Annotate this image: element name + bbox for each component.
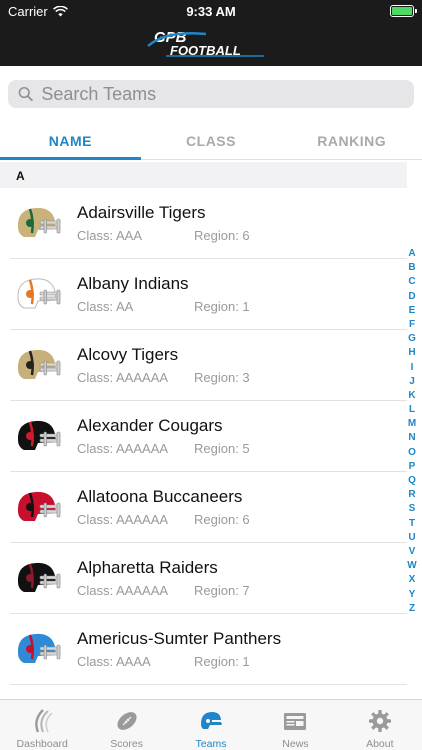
search-icon <box>18 86 33 102</box>
team-class: Class: AAA <box>77 228 143 243</box>
index-letter[interactable]: B <box>408 261 415 275</box>
team-helmet-icon <box>17 562 61 592</box>
tabbar-label: Scores <box>110 738 143 750</box>
index-letter[interactable]: U <box>408 531 415 545</box>
team-class: Class: AAAA <box>77 654 151 669</box>
index-letter[interactable]: N <box>408 431 415 445</box>
team-region: Region: 6 <box>194 228 250 243</box>
tabbar-scores[interactable]: Scores <box>84 700 168 750</box>
index-letter[interactable]: I <box>411 361 414 375</box>
team-row[interactable]: Alexander Cougars Class: AAAAAA Region: 5 <box>10 401 407 472</box>
gear-icon <box>368 710 391 732</box>
sort-tabs: NAME CLASS RANKING <box>0 122 422 160</box>
index-letter[interactable]: W <box>407 559 416 573</box>
index-letter[interactable]: K <box>408 389 415 403</box>
index-letter[interactable]: D <box>408 290 415 304</box>
team-class: Class: AAAAAA <box>77 512 169 527</box>
dashboard-swoosh-icon <box>35 709 53 733</box>
index-letter[interactable]: G <box>408 332 416 346</box>
index-letter[interactable]: M <box>408 417 416 431</box>
index-letter[interactable]: O <box>408 446 416 460</box>
index-letter[interactable]: J <box>409 375 415 389</box>
index-letter[interactable]: T <box>409 517 415 531</box>
clock: 9:33 AM <box>186 4 236 19</box>
tabbar-teams[interactable]: Teams <box>169 700 253 750</box>
tab-ranking[interactable]: RANKING <box>281 122 422 159</box>
tab-class[interactable]: CLASS <box>141 122 282 159</box>
index-letter[interactable]: A <box>408 247 415 261</box>
team-class: Class: AA <box>77 299 134 314</box>
team-region: Region: 1 <box>194 299 250 314</box>
team-name: Alcovy Tigers <box>77 345 179 364</box>
team-helmet-icon <box>17 278 61 309</box>
index-letter[interactable]: Y <box>409 588 416 602</box>
team-class: Class: AAAAAA <box>77 370 169 385</box>
team-class: Class: AAAAAA <box>77 583 169 598</box>
team-helmet-icon <box>17 207 61 237</box>
team-name: Americus-Sumter Panthers <box>77 629 282 648</box>
team-region: Region: 6 <box>194 512 250 527</box>
index-letter[interactable]: L <box>409 403 415 417</box>
bottom-tab-bar: Dashboard Scores Teams News About <box>0 699 422 750</box>
team-name: Albany Indians <box>77 274 189 293</box>
alphabet-index[interactable]: ABCDEFGHIJKLMNOPQRSTUVWXYZ <box>406 247 418 616</box>
team-helmet-icon <box>17 491 61 521</box>
team-row[interactable]: Alpharetta Raiders Class: AAAAAA Region: … <box>10 543 407 614</box>
team-name: Allatoona Buccaneers <box>77 487 243 506</box>
section-header: A <box>0 162 407 188</box>
team-region: Region: 5 <box>194 441 250 456</box>
team-region: Region: 3 <box>194 370 250 385</box>
team-name: Alexander Cougars <box>77 416 223 435</box>
team-region: Region: 7 <box>194 583 250 598</box>
index-letter[interactable]: Q <box>408 474 416 488</box>
tabbar-label: About <box>366 738 394 750</box>
tabbar-dashboard[interactable]: Dashboard <box>0 700 84 750</box>
index-letter[interactable]: R <box>408 488 415 502</box>
index-letter[interactable]: X <box>409 573 416 587</box>
tabbar-about[interactable]: About <box>338 700 422 750</box>
index-letter[interactable]: H <box>408 346 415 360</box>
team-row[interactable]: Alcovy Tigers Class: AAAAAA Region: 3 <box>10 330 407 401</box>
team-row[interactable]: Americus-Sumter Panthers Class: AAAA Regi… <box>10 614 407 685</box>
newspaper-icon <box>284 713 307 730</box>
tabbar-label: Dashboard <box>16 738 68 750</box>
app-header: Carrier 9:33 AM GPB FOOTBALL <box>0 0 422 66</box>
team-region: Region: 1 <box>194 654 250 669</box>
team-helmet-icon <box>17 420 61 450</box>
team-row[interactable]: Albany Indians Class: AA Region: 1 <box>10 259 407 330</box>
team-helmet-icon <box>17 633 61 663</box>
search-bar[interactable] <box>8 80 414 108</box>
index-letter[interactable]: C <box>408 275 415 289</box>
team-list: Adairsville Tigers Class: AAA Region: 6 A… <box>0 188 407 698</box>
index-letter[interactable]: S <box>409 502 416 516</box>
team-row[interactable]: Allatoona Buccaneers Class: AAAAAA Region… <box>10 472 407 543</box>
index-letter[interactable]: P <box>409 460 416 474</box>
index-letter[interactable]: E <box>409 304 416 318</box>
index-letter[interactable]: F <box>409 318 415 332</box>
battery-indicator <box>390 5 417 17</box>
search-input[interactable] <box>33 83 414 105</box>
football-icon <box>117 712 137 730</box>
team-class: Class: AAAAAA <box>77 441 169 456</box>
status-bar: Carrier 9:33 AM <box>0 0 422 22</box>
team-name: Alpharetta Raiders <box>77 558 218 577</box>
battery-icon <box>390 5 417 17</box>
team-row[interactable]: Adairsville Tigers Class: AAA Region: 6 <box>10 188 407 259</box>
helmet-icon <box>201 712 223 729</box>
tabbar-news[interactable]: News <box>253 700 337 750</box>
index-letter[interactable]: V <box>409 545 416 559</box>
tabbar-label: Teams <box>195 738 227 750</box>
team-helmet-icon <box>17 349 61 379</box>
brand-logo: GPB FOOTBALL <box>0 28 422 58</box>
index-letter[interactable]: Z <box>409 602 415 616</box>
team-name: Adairsville Tigers <box>77 203 206 222</box>
tab-name[interactable]: NAME <box>0 122 141 160</box>
tabbar-label: News <box>282 738 309 750</box>
gpb-football-logo: GPB FOOTBALL <box>147 29 264 58</box>
